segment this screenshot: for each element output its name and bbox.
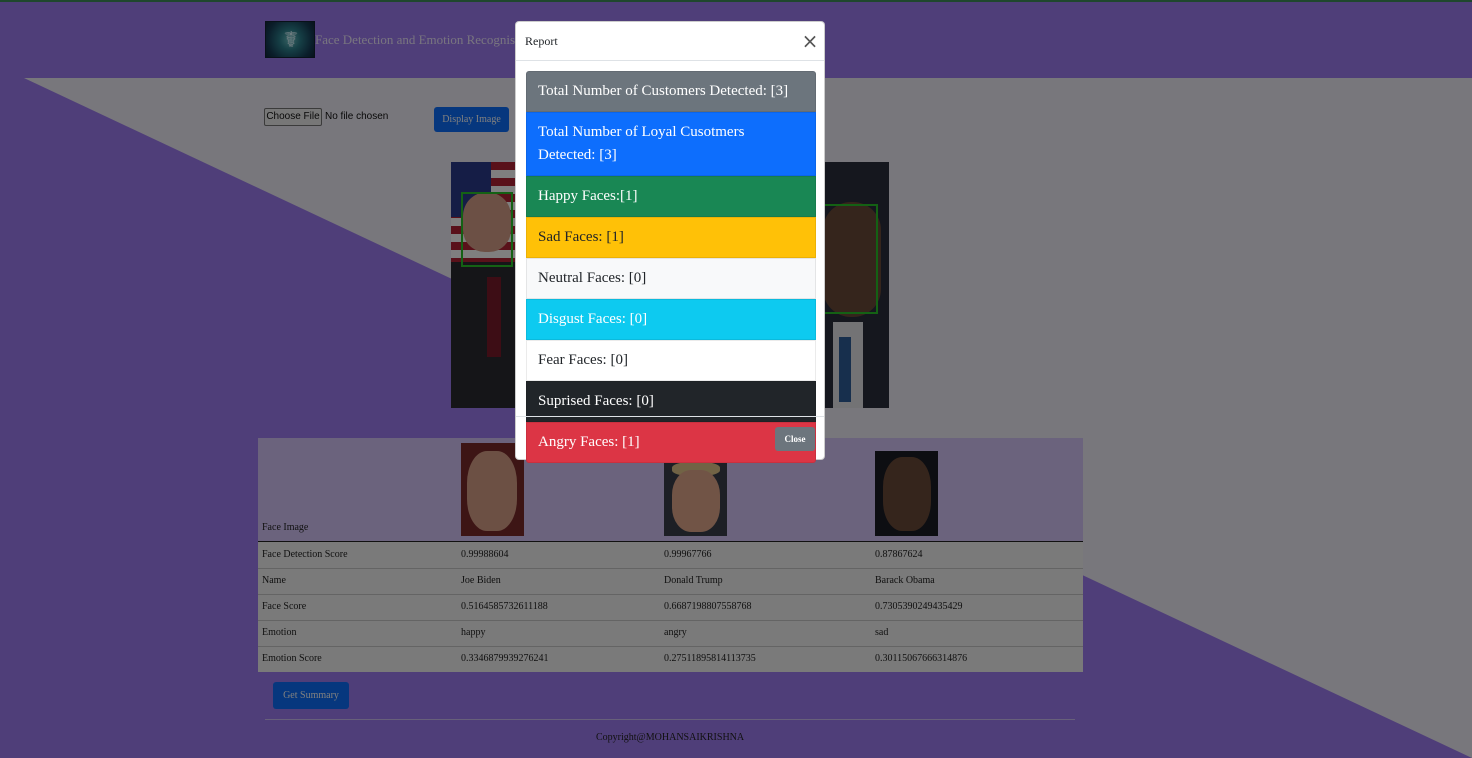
report-modal: Report × Total Number of Customers Detec… — [515, 21, 825, 463]
modal-header: Report × — [516, 22, 824, 61]
modal-footer: Close — [516, 416, 824, 460]
modal-title: Report — [525, 34, 558, 48]
report-list-item: Disgust Faces: [0] — [526, 299, 816, 340]
report-list: Total Number of Customers Detected: [3] T… — [526, 71, 816, 463]
close-x-icon[interactable]: × — [800, 31, 820, 51]
report-list-item: Neutral Faces: [0] — [526, 258, 816, 299]
report-list-item: Happy Faces:[1] — [526, 176, 816, 217]
close-button[interactable]: Close — [775, 427, 815, 451]
report-list-item: Total Number of Customers Detected: [3] — [526, 71, 816, 112]
report-list-item: Fear Faces: [0] — [526, 340, 816, 381]
report-list-item: Total Number of Loyal Cusotmers Detected… — [526, 112, 816, 176]
report-list-item: Sad Faces: [1] — [526, 217, 816, 258]
